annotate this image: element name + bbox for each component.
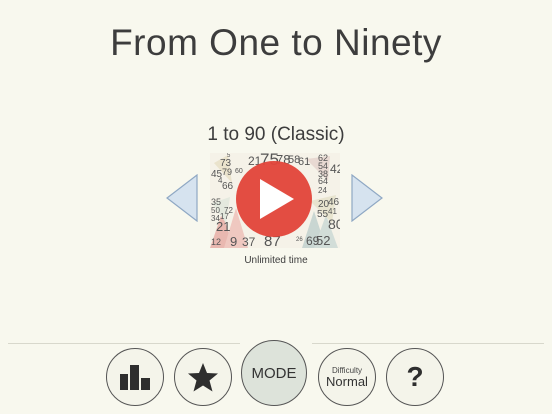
star-icon bbox=[188, 362, 218, 391]
svg-text:55: 55 bbox=[317, 209, 329, 220]
difficulty-value: Normal bbox=[326, 374, 368, 389]
svg-text:66: 66 bbox=[222, 181, 234, 192]
previous-mode-button[interactable] bbox=[165, 174, 199, 222]
mode-preview-play-button[interactable]: 5 73 21 75 78 58 61 62 54 38 64 45 79 60… bbox=[210, 153, 340, 248]
svg-text:24: 24 bbox=[318, 186, 327, 195]
svg-text:37: 37 bbox=[242, 235, 256, 248]
triangle-right-icon bbox=[351, 174, 383, 222]
difficulty-button[interactable]: Difficulty Normal bbox=[318, 348, 376, 406]
svg-text:61: 61 bbox=[298, 156, 310, 168]
svg-text:12: 12 bbox=[211, 237, 221, 247]
svg-text:80: 80 bbox=[328, 216, 340, 232]
svg-text:64: 64 bbox=[318, 176, 328, 186]
svg-text:79: 79 bbox=[222, 167, 232, 177]
help-button[interactable]: ? bbox=[386, 348, 444, 406]
svg-text:4: 4 bbox=[218, 176, 223, 185]
next-mode-button[interactable] bbox=[350, 174, 384, 222]
toolbar-divider-left bbox=[8, 343, 240, 344]
favorites-button[interactable] bbox=[174, 348, 232, 406]
svg-text:21: 21 bbox=[216, 219, 230, 234]
mode-button-label: MODE bbox=[251, 364, 297, 382]
svg-text:9: 9 bbox=[230, 234, 237, 248]
svg-text:42: 42 bbox=[330, 162, 340, 176]
svg-text:52: 52 bbox=[316, 233, 330, 248]
svg-text:41: 41 bbox=[328, 207, 337, 216]
app-title: From One to Ninety bbox=[110, 22, 442, 63]
mode-button[interactable]: MODE bbox=[241, 340, 307, 406]
bar-chart-icon bbox=[120, 365, 150, 390]
mode-title: 1 to 90 (Classic) bbox=[207, 124, 345, 145]
svg-text:60: 60 bbox=[235, 168, 243, 175]
svg-text:17: 17 bbox=[220, 212, 229, 221]
triangle-left-icon bbox=[166, 174, 198, 222]
statistics-button[interactable] bbox=[106, 348, 164, 406]
svg-text:26: 26 bbox=[296, 237, 303, 243]
time-limit-label: Unlimited time bbox=[244, 255, 308, 266]
board-preview-image: 5 73 21 75 78 58 61 62 54 38 64 45 79 60… bbox=[210, 153, 340, 248]
question-mark-icon: ? bbox=[406, 361, 424, 392]
toolbar-divider-right bbox=[312, 343, 544, 344]
